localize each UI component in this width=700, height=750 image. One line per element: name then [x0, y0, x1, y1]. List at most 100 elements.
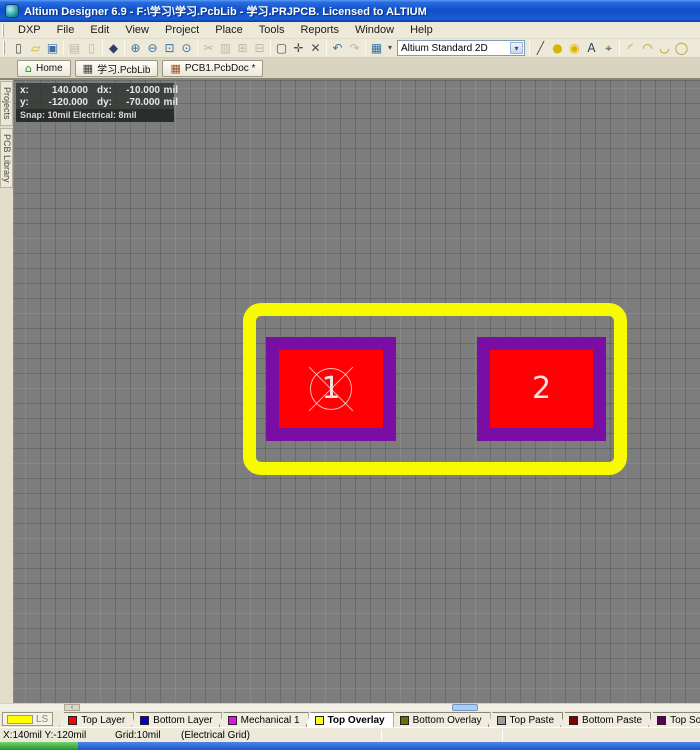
- layer-tab-bottom-layer[interactable]: Bottom Layer: [131, 712, 222, 727]
- tab-pcbdoc-label: PCB1.PcbDoc *: [184, 62, 256, 74]
- status-divider: [381, 729, 382, 741]
- arc-any-angle-icon[interactable]: ◡: [656, 40, 673, 56]
- layer-tab-top-solder[interactable]: Top Solder: [648, 712, 700, 727]
- combo-caret-icon[interactable]: ▾: [510, 42, 523, 54]
- horizontal-scrollbar[interactable]: ‹: [0, 703, 700, 711]
- document-tab-bar: ⌂ Home ▦ 学习.PcbLib ▦ PCB1.PcbDoc *: [0, 58, 700, 80]
- tab-pcbdoc[interactable]: ▦ PCB1.PcbDoc *: [162, 59, 264, 77]
- filter-mask-icon[interactable]: ◆: [105, 40, 122, 56]
- home-icon: ⌂: [25, 61, 32, 75]
- place-line-icon[interactable]: ╱: [532, 40, 549, 56]
- toolbar-separator: [619, 41, 620, 55]
- menu-tools[interactable]: Tools: [251, 23, 293, 38]
- layer-tab-mechanical-1[interactable]: Mechanical 1: [218, 712, 309, 727]
- paste-array-icon[interactable]: ⊟: [251, 40, 268, 56]
- menu-grip[interactable]: [2, 23, 7, 37]
- title-bar[interactable]: Altium Designer 6.9 - F:\学习\学习.PcbLib - …: [0, 0, 700, 22]
- cut-icon[interactable]: ✂: [200, 40, 217, 56]
- start-button-edge[interactable]: [0, 742, 78, 750]
- layer-tab-label: Top Layer: [81, 714, 126, 726]
- layer-tab-top-layer[interactable]: Top Layer: [59, 712, 135, 727]
- pcblib-icon: ▦: [82, 61, 94, 75]
- select-area-icon[interactable]: ▢: [273, 40, 290, 56]
- pcb-canvas[interactable]: x: 140.000 dx: -10.000 mil y: -120.000 d…: [13, 80, 700, 703]
- toolbar-separator: [63, 41, 64, 55]
- menu-help[interactable]: Help: [402, 23, 441, 38]
- layer-set-selector[interactable]: LS: [2, 712, 54, 726]
- undo-icon[interactable]: ↶: [329, 40, 346, 56]
- layer-swatch: [140, 715, 150, 725]
- paste-icon[interactable]: ⊞: [234, 40, 251, 56]
- menu-dxp[interactable]: DXP: [10, 23, 49, 38]
- scrollbar-thumb[interactable]: [452, 704, 478, 711]
- grid-caret-icon[interactable]: ▾: [385, 40, 395, 56]
- menu-file[interactable]: File: [49, 23, 83, 38]
- menu-view[interactable]: View: [117, 23, 157, 38]
- hud-y-label: y:: [20, 97, 29, 108]
- print-icon[interactable]: ▤: [66, 40, 83, 56]
- zoom-document-icon[interactable]: ⊙: [178, 40, 195, 56]
- zoom-area-icon[interactable]: ⊡: [161, 40, 178, 56]
- copy-icon[interactable]: ▥: [217, 40, 234, 56]
- status-divider: [502, 729, 503, 741]
- windows-taskbar-strip: [0, 742, 700, 750]
- menu-reports[interactable]: Reports: [292, 23, 347, 38]
- zoom-out-icon[interactable]: ⊖: [144, 40, 161, 56]
- zoom-in-icon[interactable]: ⊕: [127, 40, 144, 56]
- toolbar-separator: [529, 41, 530, 55]
- status-grid: Grid:10mil: [115, 729, 161, 741]
- layer-tab-label: Bottom Paste: [582, 714, 643, 726]
- layer-tab-top-paste[interactable]: Top Paste: [487, 712, 564, 727]
- view-style-value: Altium Standard 2D: [401, 42, 488, 54]
- hud-x-label: x:: [20, 85, 29, 96]
- redo-icon[interactable]: ↷: [346, 40, 363, 56]
- full-circle-icon[interactable]: ◯: [673, 40, 690, 56]
- place-coordinate-icon[interactable]: ⌖: [600, 40, 617, 56]
- place-string-icon[interactable]: A: [583, 40, 600, 56]
- pad-1-designator: 1: [321, 371, 341, 406]
- break-track-icon[interactable]: ✕: [307, 40, 324, 56]
- save-icon[interactable]: ▣: [44, 40, 61, 56]
- pad-2[interactable]: 2: [477, 337, 606, 441]
- layer-tab-bottom-overlay[interactable]: Bottom Overlay: [390, 712, 491, 727]
- hud-y-value: -120.000: [48, 97, 88, 108]
- side-panel-strip: Projects PCB Library: [0, 80, 13, 703]
- menu-project[interactable]: Project: [157, 23, 207, 38]
- layer-tab-bottom-paste[interactable]: Bottom Paste: [560, 712, 652, 727]
- hud-x-unit: mil: [163, 85, 178, 96]
- tab-home-label: Home: [35, 62, 63, 74]
- toolbar-separator: [326, 41, 327, 55]
- sidebar-item-pcb-library[interactable]: PCB Library: [0, 127, 13, 189]
- tab-home[interactable]: ⌂ Home: [17, 59, 71, 77]
- arc-edge-icon[interactable]: ◠: [639, 40, 656, 56]
- pad-1[interactable]: 1: [266, 337, 396, 441]
- open-icon[interactable]: ▱: [27, 40, 44, 56]
- layer-set-swatch: [7, 714, 33, 724]
- hud-dx-label: dx:: [97, 85, 112, 96]
- layer-tab-top-overlay[interactable]: Top Overlay: [305, 712, 394, 727]
- move-icon[interactable]: ✛: [290, 40, 307, 56]
- view-style-combobox[interactable]: Altium Standard 2D ▾: [397, 40, 525, 56]
- layer-swatch: [496, 715, 506, 725]
- menu-place[interactable]: Place: [207, 23, 251, 38]
- place-via-icon[interactable]: ◉: [566, 40, 583, 56]
- arc-center-icon[interactable]: ◜: [622, 40, 639, 56]
- new-document-icon[interactable]: ▯: [10, 40, 27, 56]
- print-preview-icon[interactable]: ▯: [83, 40, 100, 56]
- toolbar-separator: [102, 41, 103, 55]
- layer-swatch: [657, 715, 667, 725]
- window-title: Altium Designer 6.9 - F:\学习\学习.PcbLib - …: [24, 6, 427, 18]
- scroll-left-arrow-icon[interactable]: ‹: [64, 704, 80, 711]
- layer-tab-label: Top Overlay: [327, 714, 385, 726]
- toolbar-separator: [365, 41, 366, 55]
- place-pad-icon[interactable]: ●: [549, 40, 566, 56]
- main-toolbar: ▯ ▱ ▣ ▤ ▯ ◆ ⊕ ⊖ ⊡ ⊙ ✂ ▥ ⊞ ⊟ ▢ ✛ ✕ ↶ ↷ ▦ …: [0, 39, 700, 58]
- menu-window[interactable]: Window: [347, 23, 402, 38]
- hud-y-unit: mil: [163, 97, 178, 108]
- tab-pcblib[interactable]: ▦ 学习.PcbLib: [74, 59, 159, 77]
- menu-edit[interactable]: Edit: [82, 23, 117, 38]
- tab-pcblib-label: 学习.PcbLib: [97, 64, 151, 76]
- toolbar-grip[interactable]: [3, 41, 8, 55]
- grid-settings-icon[interactable]: ▦: [368, 40, 385, 56]
- sidebar-item-projects[interactable]: Projects: [0, 81, 13, 126]
